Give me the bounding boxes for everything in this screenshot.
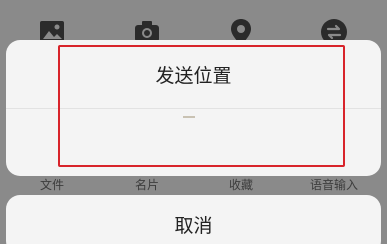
toolbar-label-voice-input: 语音输入 <box>309 178 358 192</box>
cancel-label: 取消 <box>174 215 213 237</box>
cancel-button[interactable]: 取消 <box>6 195 381 244</box>
highlight-box <box>58 45 345 167</box>
toolbar-label-file: 文件 <box>39 178 64 192</box>
toolbar-label-card: 名片 <box>134 178 159 192</box>
toolbar-label-favorites: 收藏 <box>228 178 253 192</box>
